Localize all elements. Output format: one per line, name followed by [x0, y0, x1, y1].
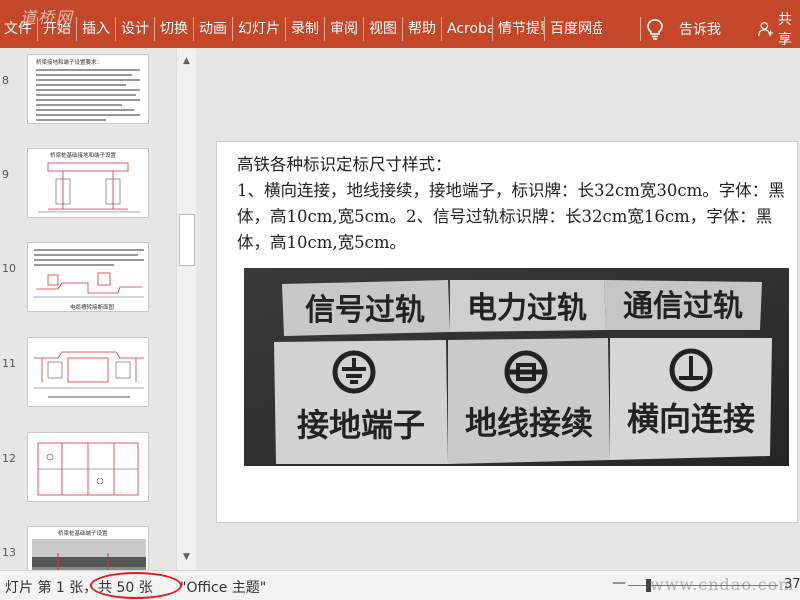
- slide-number: 11: [2, 357, 16, 370]
- tab-home[interactable]: 开始: [37, 17, 76, 41]
- stencil-photo-graphic: 信号过轨 电力过轨 通信过轨 接地端子 地线接续 横向连接: [244, 268, 789, 466]
- thumbnail-title: 桥梁桩基础接地和端子设置: [50, 151, 117, 159]
- thumbnails-scrollbar[interactable]: ▲ ▼: [176, 48, 196, 570]
- tab-slideshow[interactable]: 幻灯片: [232, 17, 285, 41]
- thumbnail-title: 桥梁接地和端子设置要求：: [36, 58, 102, 66]
- sign-ground-continuation: 地线接续: [465, 404, 593, 442]
- tab-baidu-netdisk[interactable]: 百度网盘: [544, 17, 602, 41]
- sign-comms-crossing: 通信过轨: [623, 289, 743, 324]
- highlight-annotation-oval: [90, 572, 182, 599]
- thumbnail-preview: 桥梁桩基础端子设置: [32, 529, 146, 570]
- zoom-out-button[interactable]: —: [612, 575, 626, 591]
- thumbnail-preview: 电缆槽转接断面图: [34, 249, 144, 311]
- slide-thumbnail[interactable]: 桥梁桩基础接地和端子设置: [27, 148, 149, 218]
- slide-thumbnails-panel: 桥梁接地和端子设置要求： 桥梁桩基础接地和端子设置 电缆槽转接断面图 桥梁桩基础…: [0, 48, 174, 570]
- slide-number: 13: [2, 546, 16, 559]
- thumbnail-preview: [34, 351, 144, 398]
- slide-number: 9: [2, 168, 9, 181]
- scroll-down-icon[interactable]: ▼: [177, 548, 196, 566]
- lightbulb-icon: [647, 19, 663, 40]
- slide-text-box[interactable]: 高铁各种标识定标尺寸样式： 1、横向连接，地线接续，接地端子，标识牌：长32cm…: [237, 152, 789, 256]
- tab-transitions[interactable]: 切换: [154, 17, 193, 41]
- thumbnail-title: 桥梁桩基础端子设置: [58, 529, 108, 537]
- slide-heading: 高铁各种标识定标尺寸样式：: [237, 155, 452, 174]
- tab-review[interactable]: 审阅: [324, 17, 363, 41]
- slide-thumbnail[interactable]: [27, 337, 149, 407]
- sign-signal-crossing: 信号过轨: [305, 293, 425, 328]
- ribbon: 道桥网 文件 开始 插入 设计 切换 动画 幻灯片 录制 审阅 视图 帮助 Ac…: [0, 0, 800, 48]
- slide-thumbnail[interactable]: [27, 432, 149, 502]
- thumbnail-caption: 电缆槽转接断面图: [70, 303, 115, 311]
- slide-position-label: 灯片 第 1 张，: [5, 580, 98, 596]
- tab-record[interactable]: 录制: [285, 17, 324, 41]
- sign-grounding-terminal: 接地端子: [297, 406, 425, 444]
- sign-power-crossing: 电力过轨: [467, 291, 587, 326]
- tell-me-box[interactable]: 告诉我: [640, 17, 721, 41]
- scroll-up-icon[interactable]: ▲: [177, 52, 196, 70]
- theme-name-label: "Office 主题": [180, 580, 267, 596]
- slide-body: 1、横向连接，地线接续，接地端子，标识牌：长32cm宽30cm。字体：黑体，高1…: [237, 181, 785, 252]
- tab-help[interactable]: 帮助: [402, 17, 441, 41]
- thumbnail-preview: [37, 442, 139, 496]
- sign-stencils-photo[interactable]: 信号过轨 电力过轨 通信过轨 接地端子 地线接续 横向连接: [244, 268, 789, 466]
- tab-acrobat[interactable]: Acrobat: [441, 17, 492, 41]
- tab-view[interactable]: 视图: [363, 17, 402, 41]
- tab-design[interactable]: 设计: [115, 17, 154, 41]
- slide-thumbnail[interactable]: 桥梁接地和端子设置要求：: [27, 54, 149, 124]
- tab-file[interactable]: 文件: [0, 17, 37, 41]
- slide-editor-canvas: 高铁各种标识定标尺寸样式： 1、横向连接，地线接续，接地端子，标识牌：长32cm…: [197, 48, 800, 570]
- slide-number: 10: [2, 262, 16, 275]
- ribbon-tabs: 文件 开始 插入 设计 切换 动画 幻灯片 录制 审阅 视图 帮助 Acroba…: [0, 17, 602, 41]
- status-bar: 灯片 第 1 张， 共 50 张 "Office 主题" — 37 www.cn…: [0, 570, 800, 600]
- share-button[interactable]: 共享: [758, 12, 800, 48]
- share-label: 共享: [777, 12, 792, 48]
- thumbnail-preview: 桥梁接地和端子设置要求：: [36, 58, 140, 121]
- tab-storyboard[interactable]: 情节提要: [492, 17, 544, 41]
- scrollbar-thumb[interactable]: [179, 214, 195, 266]
- slide-number: 8: [2, 74, 9, 87]
- slide-thumbnail[interactable]: 桥梁桩基础端子设置: [27, 526, 149, 570]
- current-slide[interactable]: 高铁各种标识定标尺寸样式： 1、横向连接，地线接续，接地端子，标识牌：长32cm…: [217, 142, 797, 522]
- tab-animations[interactable]: 动画: [193, 17, 232, 41]
- watermark-url: www.cndao.com: [650, 575, 795, 594]
- tab-insert[interactable]: 插入: [76, 17, 115, 41]
- slide-number: 12: [2, 452, 16, 465]
- sign-transverse-connection: 横向连接: [627, 400, 755, 438]
- person-add-icon: [758, 22, 774, 37]
- tell-me-label: 告诉我: [679, 22, 721, 38]
- slide-thumbnail[interactable]: 电缆槽转接断面图: [27, 242, 149, 312]
- thumbnail-preview: 桥梁桩基础接地和端子设置: [38, 151, 140, 213]
